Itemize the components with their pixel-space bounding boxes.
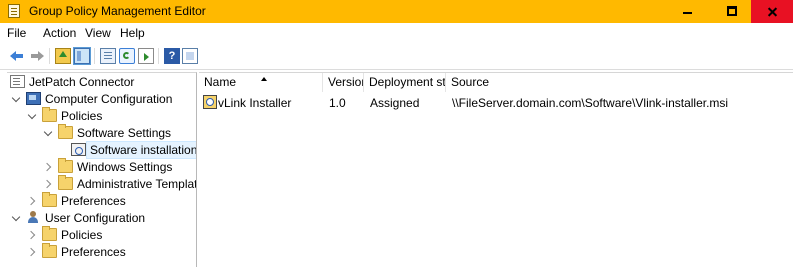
cell-version: 1.0 <box>329 96 346 110</box>
folder-icon <box>42 107 57 122</box>
back-arrow-icon[interactable] <box>10 48 24 64</box>
toolbar-separator <box>49 48 50 64</box>
chevron-down-icon[interactable] <box>44 125 53 141</box>
console-tree[interactable]: JetPatch Connector Computer Configuratio… <box>7 72 197 267</box>
folder-icon <box>58 175 73 190</box>
folder-icon <box>42 243 57 258</box>
chevron-right-icon[interactable] <box>28 193 37 209</box>
menu-view[interactable]: View <box>85 26 111 40</box>
folder-icon <box>58 158 73 173</box>
tree-item-label: Preferences <box>61 245 126 259</box>
refresh-icon[interactable] <box>119 48 135 64</box>
tree-item-label: Windows Settings <box>77 160 173 174</box>
folder-icon <box>42 226 57 241</box>
show-hide-tree-icon[interactable] <box>73 47 91 65</box>
tree-item-label: User Configuration <box>45 211 146 225</box>
list-view-icon[interactable] <box>100 48 116 64</box>
tree-item-label: Software Settings <box>77 126 172 140</box>
sort-ascending-icon <box>261 77 267 81</box>
chevron-down-icon[interactable] <box>12 210 21 226</box>
maximize-button[interactable] <box>711 0 753 23</box>
chevron-right-icon[interactable] <box>28 244 37 260</box>
computer-icon <box>26 92 41 105</box>
chevron-down-icon[interactable] <box>28 108 37 124</box>
cell-deployment-state: Assigned <box>370 96 420 110</box>
properties-icon[interactable] <box>182 48 198 64</box>
column-header-deployment-state[interactable]: Deployment st... <box>364 73 446 92</box>
tree-item-label: Software installation <box>85 141 196 159</box>
window-title: Group Policy Management Editor <box>29 4 206 18</box>
menu-help[interactable]: Help <box>120 26 145 40</box>
tree-item-label: JetPatch Connector <box>29 75 135 89</box>
folder-icon <box>58 124 73 139</box>
export-list-icon[interactable] <box>138 48 154 64</box>
toolbar: ? <box>0 43 793 70</box>
tree-item-label: Policies <box>61 228 103 242</box>
menu-action[interactable]: Action <box>43 26 76 40</box>
tree-item-label: Computer Configuration <box>45 92 173 106</box>
chevron-right-icon[interactable] <box>44 159 53 175</box>
tree-item-label: Administrative Templates: I <box>77 177 197 191</box>
gpo-editor-icon <box>8 4 20 18</box>
column-header-version[interactable]: Version <box>323 73 364 92</box>
software-installation-icon <box>71 143 86 156</box>
up-folder-icon[interactable] <box>55 48 71 64</box>
cell-name: vLink Installer <box>218 96 292 110</box>
user-icon <box>26 211 41 224</box>
folder-icon <box>42 192 57 207</box>
menu-bar: File Action View Help <box>0 23 793 42</box>
details-list[interactable]: Name Version Deployment st... Source vLi… <box>199 72 793 267</box>
software-package-icon <box>203 95 217 109</box>
chevron-down-icon[interactable] <box>12 91 21 107</box>
column-header-label: Name <box>204 75 237 89</box>
menu-file[interactable]: File <box>7 26 26 40</box>
tree-item-label: Policies <box>61 109 103 123</box>
toolbar-separator <box>158 48 159 64</box>
title-bar[interactable]: Group Policy Management Editor <box>0 0 793 23</box>
minimize-button[interactable] <box>667 0 709 23</box>
close-button[interactable] <box>751 0 793 23</box>
forward-arrow-icon[interactable] <box>30 48 44 64</box>
cell-source: \\FileServer.domain.com\Software\Vlink-i… <box>452 96 729 110</box>
chevron-right-icon[interactable] <box>28 227 37 243</box>
toolbar-separator <box>94 48 95 64</box>
column-header-label: Source <box>451 75 490 89</box>
column-header-label: Deployment st... <box>369 75 446 89</box>
help-icon[interactable]: ? <box>164 48 180 64</box>
chevron-right-icon[interactable] <box>44 176 53 192</box>
tree-item-label: Preferences <box>61 194 126 208</box>
column-header-source[interactable]: Source <box>446 73 793 92</box>
column-header-name[interactable]: Name <box>199 73 323 92</box>
policy-document-icon <box>10 75 25 88</box>
column-header-label: Version <box>328 75 363 89</box>
